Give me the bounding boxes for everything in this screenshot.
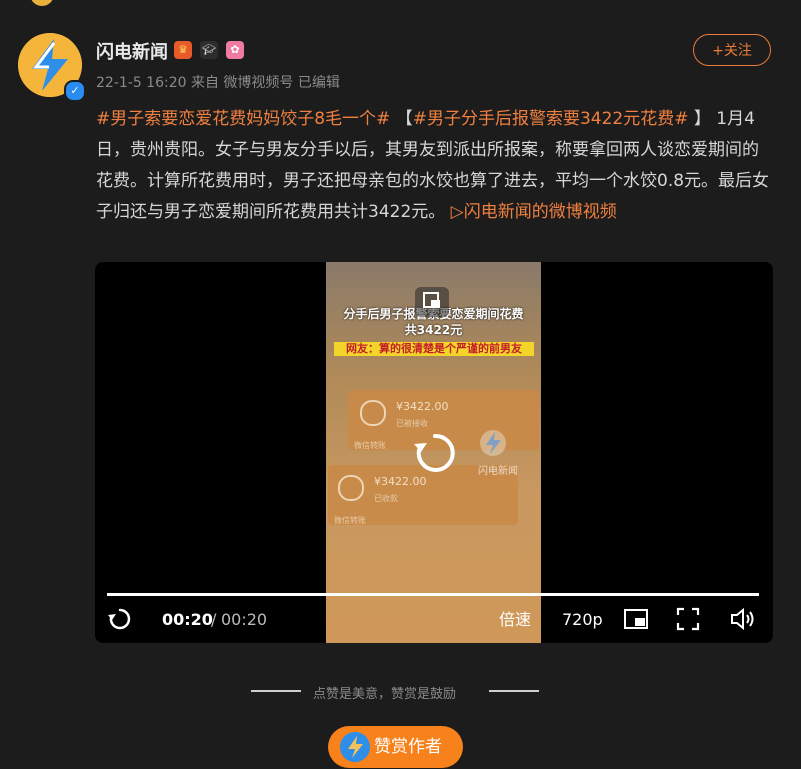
lightning-logo-icon (340, 732, 370, 762)
hashtag-link[interactable]: #男子分手后报警索要3422元花费# (413, 109, 689, 129)
author-name[interactable]: 闪电新闻 (96, 38, 168, 64)
candy-badge-icon[interactable]: ✿ (226, 41, 244, 59)
hashtag-link[interactable]: #男子索要恋爱花费妈妈饺子8毛一个# (96, 109, 390, 129)
fullscreen-icon[interactable] (675, 606, 701, 641)
bracket-open: 【 (395, 109, 413, 129)
follow-button[interactable]: +关注 (693, 34, 771, 66)
video-link[interactable]: ▷闪电新闻的微博视频 (451, 202, 617, 222)
post-meta: 22-1-5 16:20 来自 微博视频号 已编辑 (96, 75, 340, 91)
player-controls: 00:20 / 00:20 倍速 720p (95, 606, 773, 636)
check-icon (338, 475, 364, 501)
current-time: 00:20 (162, 610, 213, 629)
verified-badge-icon: ✓ (64, 80, 86, 102)
replay-small-icon[interactable] (107, 606, 133, 641)
graduation-cap-badge-icon[interactable]: 🎓︎ (200, 41, 218, 59)
divider-left (251, 690, 301, 692)
reward-tagline: 点赞是美意，赞赏是鼓励 (313, 687, 457, 702)
divider-right (489, 690, 539, 692)
mini-player-icon[interactable] (623, 606, 649, 641)
video-caption-highlight: 网友：算的很清楚是个严谨的前男友 (334, 342, 534, 356)
crown-badge-icon[interactable]: ♛ (174, 41, 192, 59)
check-icon (360, 400, 386, 426)
reward-button[interactable]: 赞赏作者 (328, 726, 463, 768)
post-body: #男子索要恋爱花费妈妈饺子8毛一个# 【#男子分手后报警索要3422元花费# 】… (96, 104, 772, 228)
replay-icon[interactable] (412, 430, 458, 476)
author-badges: ♛ 🎓︎ ✿ (174, 41, 244, 59)
reward-label: 赞赏作者 (374, 737, 442, 757)
quality-button[interactable]: 720p (562, 606, 603, 634)
video-link-icon: ▷ (450, 202, 464, 222)
video-frame: 分手后男子报警索要恋爱期间花费 共3422元 网友：算的很清楚是个严谨的前男友 … (326, 262, 541, 643)
video-player[interactable]: 分手后男子报警索要恋爱期间花费 共3422元 网友：算的很清楚是个严谨的前男友 … (95, 262, 773, 643)
picture-in-picture-icon[interactable] (415, 287, 449, 317)
video-watermark: 闪电新闻 (478, 466, 518, 477)
partial-avatar-icon (30, 0, 54, 6)
total-time: 00:20 (221, 610, 268, 629)
volume-icon[interactable] (729, 606, 757, 641)
speed-button[interactable]: 倍速 (499, 606, 531, 634)
time-separator: / (211, 610, 217, 629)
watermark-logo-icon (480, 430, 506, 456)
progress-bar[interactable] (107, 593, 759, 596)
bracket-close: 】 (693, 109, 711, 129)
